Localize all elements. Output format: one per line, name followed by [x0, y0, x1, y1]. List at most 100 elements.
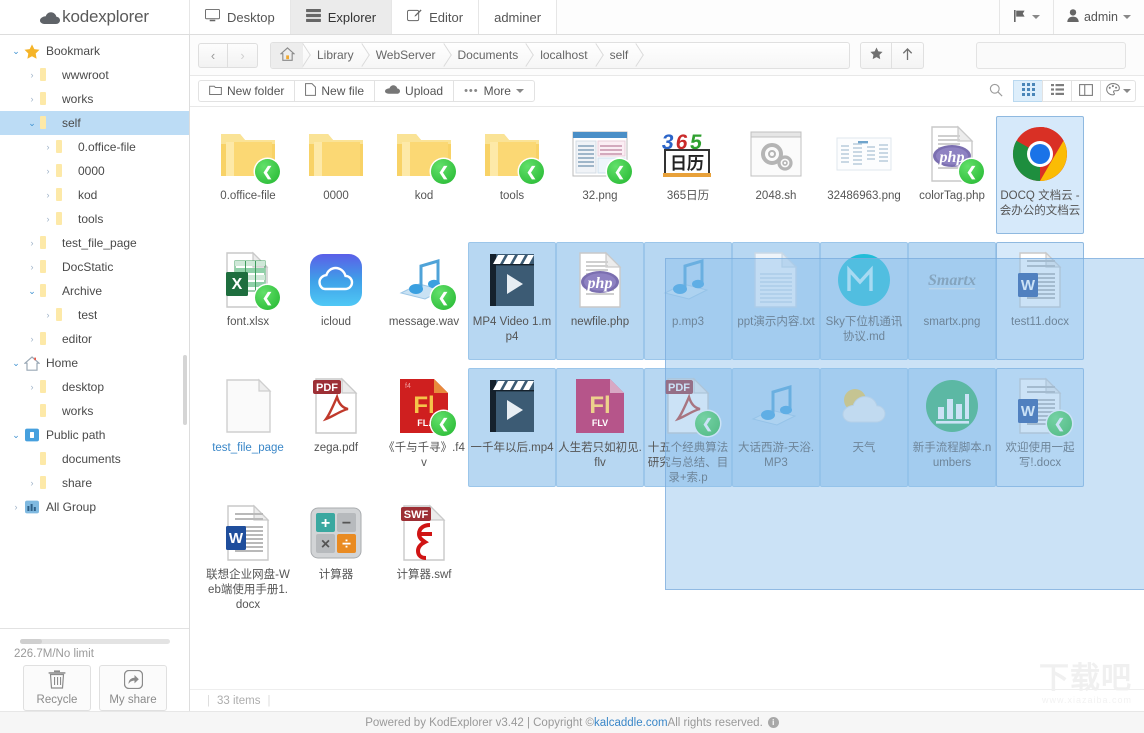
file-item[interactable]: + − × ÷ 计算器 — [292, 495, 380, 614]
file-item[interactable]: DOCQ 文档云 - 会办公的文档云 — [996, 116, 1084, 234]
breadcrumb-item[interactable]: Documents — [444, 43, 527, 68]
file-item[interactable]: 2048.sh — [732, 116, 820, 234]
tree-item-works[interactable]: works — [0, 399, 189, 423]
file-item[interactable]: 大话西游-天浴.MP3 — [732, 368, 820, 487]
filter-search-icon[interactable] — [989, 83, 1003, 100]
tree-item-0-office-file[interactable]: › 0.office-file — [0, 135, 189, 159]
breadcrumb-item[interactable]: Library — [303, 43, 362, 68]
file-item[interactable]: W ❮ 欢迎使用一起写!.docx — [996, 368, 1084, 487]
tree-twisty[interactable]: ⌄ — [8, 358, 24, 369]
tree-item-test[interactable]: › test — [0, 303, 189, 327]
file-item[interactable]: 天气 — [820, 368, 908, 487]
tab-explorer[interactable]: Explorer — [290, 0, 393, 34]
file-item[interactable]: ❮ 32.png — [556, 116, 644, 234]
tree-twisty[interactable]: › — [24, 94, 40, 104]
language-menu[interactable] — [998, 0, 1053, 34]
tab-desktop[interactable]: Desktop — [190, 0, 291, 34]
user-menu[interactable]: admin — [1052, 0, 1144, 34]
file-item[interactable]: test_file_page — [204, 368, 292, 487]
view-grid-button[interactable] — [1013, 80, 1042, 102]
breadcrumb-home[interactable] — [271, 42, 303, 68]
file-item[interactable]: php ❮ colorTag.php — [908, 116, 996, 234]
tree-item-home[interactable]: ⌄ Home — [0, 351, 189, 375]
file-item[interactable]: 一千年以后.mp4 — [468, 368, 556, 487]
app-logo[interactable]: kodexplorer — [0, 0, 190, 34]
tree-twisty[interactable]: › — [40, 142, 56, 152]
file-item[interactable]: Smartx smartx.png — [908, 242, 996, 360]
tree-item-editor[interactable]: › editor — [0, 327, 189, 351]
back-button[interactable]: ‹ — [198, 42, 228, 68]
tree-twisty[interactable]: › — [40, 310, 56, 320]
file-item[interactable]: p.mp3 — [644, 242, 732, 360]
file-item[interactable]: PDF zega.pdf — [292, 368, 380, 487]
tree-item-self[interactable]: ⌄ self — [0, 111, 189, 135]
file-item[interactable]: W 联想企业网盘-Web端使用手册1.docx — [204, 495, 292, 614]
view-theme-button[interactable] — [1100, 80, 1136, 102]
file-grid[interactable]: ❮ 0.office-file 0000 ❮ kod ❮ tools ❮ 32.png 3 6 5 日历… — [190, 108, 1144, 689]
forward-button[interactable]: › — [228, 42, 258, 68]
file-item[interactable]: ❮ message.wav — [380, 242, 468, 360]
file-item[interactable]: 新手流程脚本.numbers — [908, 368, 996, 487]
favorite-button[interactable] — [860, 41, 892, 69]
new-file-button[interactable]: New file — [294, 80, 375, 102]
more-button[interactable]: ••• More — [453, 80, 535, 102]
global-search[interactable] — [976, 41, 1144, 69]
info-icon[interactable]: i — [767, 717, 779, 728]
tab-adminer[interactable]: adminer — [479, 0, 558, 34]
tree-item-0000[interactable]: › 0000 — [0, 159, 189, 183]
tree-item-docstatic[interactable]: › DocStatic — [0, 255, 189, 279]
tree-twisty[interactable]: › — [40, 190, 56, 200]
file-item[interactable]: Fl FL. f4 ❮ 《千与千寻》.f4v — [380, 368, 468, 487]
tree-item-all-group[interactable]: › All Group — [0, 495, 189, 519]
footer-link[interactable]: kalcaddle.com — [594, 717, 668, 729]
file-item[interactable]: MP4 Video 1.mp4 — [468, 242, 556, 360]
tree-item-test-file-page[interactable]: › test_file_page — [0, 231, 189, 255]
file-item[interactable]: Wtest11.docx — [996, 242, 1084, 360]
tree-twisty[interactable]: › — [24, 382, 40, 392]
recycle-button[interactable]: Recycle — [23, 665, 91, 711]
upload-button[interactable]: Upload — [374, 80, 454, 102]
tree-twisty[interactable]: ⌄ — [24, 118, 40, 129]
tree-item-documents[interactable]: documents — [0, 447, 189, 471]
tree-item-share[interactable]: › share — [0, 471, 189, 495]
view-split-button[interactable] — [1071, 80, 1100, 102]
breadcrumb-item[interactable]: localhost — [526, 43, 595, 68]
file-item[interactable]: Sky下位机通讯协议.md — [820, 242, 908, 360]
tree-twisty[interactable]: ⌄ — [8, 46, 24, 57]
tree-item-public-path[interactable]: ⌄ Public path — [0, 423, 189, 447]
up-button[interactable] — [892, 41, 924, 69]
tree-twisty[interactable]: › — [24, 478, 40, 488]
file-item[interactable]: SWF 计算器.swf — [380, 495, 468, 614]
file-item[interactable]: 0000 — [292, 116, 380, 234]
tab-editor[interactable]: Editor — [392, 0, 480, 34]
file-item[interactable]: php newfile.php — [556, 242, 644, 360]
tree-twisty[interactable]: ⌄ — [24, 286, 40, 297]
breadcrumb-item[interactable]: WebServer — [362, 43, 444, 68]
my-share-button[interactable]: My share — [99, 665, 167, 711]
file-item[interactable]: ppt演示内容.txt — [732, 242, 820, 360]
tree-item-archive[interactable]: ⌄ Archive — [0, 279, 189, 303]
file-item[interactable]: ❮ kod — [380, 116, 468, 234]
tree-item-works[interactable]: › works — [0, 87, 189, 111]
tree-twisty[interactable]: › — [24, 238, 40, 248]
file-item[interactable]: 32486963.png — [820, 116, 908, 234]
file-item[interactable]: ❮ 0.office-file — [204, 116, 292, 234]
tree-twisty[interactable]: › — [24, 334, 40, 344]
new-folder-button[interactable]: New folder — [198, 80, 295, 102]
tree-twisty[interactable]: › — [24, 262, 40, 272]
file-item[interactable]: PDF ❮ 十五个经典算法研究与总结、目录+索.p — [644, 368, 732, 487]
file-item[interactable]: 3 6 5 日历 365日历 — [644, 116, 732, 234]
tree-item-tools[interactable]: › tools — [0, 207, 189, 231]
file-item[interactable]: icloud — [292, 242, 380, 360]
file-item[interactable]: X ❮ font.xlsx — [204, 242, 292, 360]
tree-item-desktop[interactable]: › desktop — [0, 375, 189, 399]
tree-twisty[interactable]: › — [40, 214, 56, 224]
file-item[interactable]: ❮ tools — [468, 116, 556, 234]
tree-twisty[interactable]: › — [40, 166, 56, 176]
tree-twisty[interactable]: › — [8, 502, 24, 512]
sidebar-scrollbar[interactable] — [183, 355, 187, 425]
tree-twisty[interactable]: › — [24, 70, 40, 80]
search-input[interactable] — [977, 42, 1144, 68]
tree-item-wwwroot[interactable]: › wwwroot — [0, 63, 189, 87]
file-item[interactable]: Fl FLV 人生若只如初见.flv — [556, 368, 644, 487]
